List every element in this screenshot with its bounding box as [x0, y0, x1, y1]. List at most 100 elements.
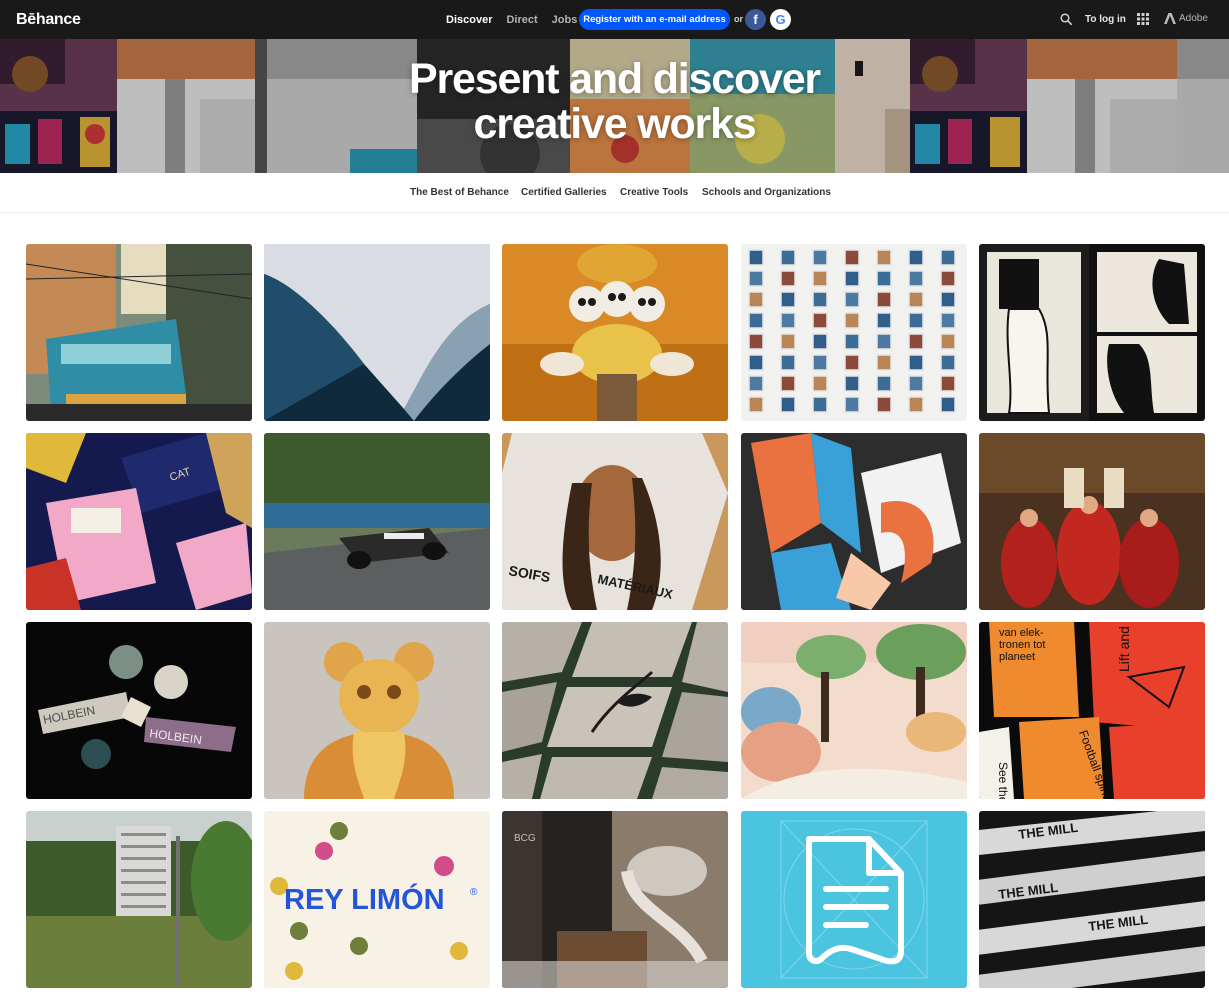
paper-curl-image	[264, 244, 490, 421]
skull-toy-render	[502, 244, 728, 421]
search-icon[interactable]	[1060, 13, 1072, 25]
facade-window	[780, 270, 796, 287]
nav-jobs[interactable]: Jobs	[552, 14, 578, 26]
document-icon-design	[741, 811, 967, 988]
facade-window	[908, 312, 924, 329]
nav-discover[interactable]: Discover	[446, 14, 492, 26]
manga-illustration	[979, 244, 1205, 421]
nav-direct[interactable]: Direct	[506, 14, 537, 26]
project-card-landscape[interactable]	[741, 622, 967, 799]
facade-window	[876, 249, 892, 266]
project-card-facade[interactable]	[741, 244, 967, 421]
project-card-posters[interactable]: van elek-tronen tot planeet Lift and writ…	[979, 622, 1205, 799]
facade-window	[780, 291, 796, 308]
facade-window	[844, 333, 860, 350]
facebook-icon: f	[753, 12, 758, 27]
facade-window	[812, 333, 828, 350]
project-card-bcg-interior[interactable]: BCG	[502, 811, 728, 988]
facade-window	[940, 312, 956, 329]
facade-window	[812, 312, 828, 329]
category-subnav: The Best of Behance Certified Galleries …	[0, 173, 1229, 213]
subnav-best-of-behance[interactable]: The Best of Behance	[410, 187, 509, 198]
adobe-logo-icon	[1164, 13, 1176, 24]
facade-window	[940, 333, 956, 350]
hero-title-line-2: creative works	[473, 100, 757, 148]
bridal-fashion-photo	[979, 433, 1205, 610]
facade-window	[780, 333, 796, 350]
behance-logo[interactable]: Bēhance	[16, 11, 81, 29]
isometric-typography	[741, 433, 967, 610]
rey-limon-wordmark: REY LIMÓN	[284, 882, 445, 916]
facade-window	[940, 291, 956, 308]
facade-window	[908, 354, 924, 371]
login-link[interactable]: To log in	[1085, 14, 1126, 25]
top-navigation-bar: Bēhance Discover Direct Jobs Register wi…	[0, 0, 1229, 39]
subnav-creative-tools[interactable]: Creative Tools	[620, 187, 688, 198]
facade-window	[812, 396, 828, 413]
facade-window	[940, 354, 956, 371]
facade-window	[780, 249, 796, 266]
project-card-magazine[interactable]: SOIFS MATÉRIAUX	[502, 433, 728, 610]
adobe-link[interactable]: Adobe	[1164, 13, 1208, 24]
facade-window	[876, 396, 892, 413]
hero-title: Present and discover creative works	[0, 57, 1229, 147]
project-card-paper-curl[interactable]	[264, 244, 490, 421]
project-card-tiles[interactable]	[502, 622, 728, 799]
tram-illustration	[26, 244, 252, 421]
poster-text-see-the: See the	[996, 762, 1010, 799]
facade-window	[844, 270, 860, 287]
facade-window	[748, 312, 764, 329]
facade-window	[844, 249, 860, 266]
the-mill-pattern: THE MILL THE MILL THE MILL	[979, 811, 1205, 988]
poster-collage: van elek-tronen tot planeet Lift and writ…	[979, 622, 1205, 799]
magazine-cover-photo: SOIFS MATÉRIAUX	[502, 433, 728, 610]
facade-window	[748, 354, 764, 371]
register-email-button[interactable]: Register with an e-mail address	[579, 9, 730, 30]
facade-window	[812, 354, 828, 371]
project-card-tram[interactable]	[26, 244, 252, 421]
subnav-schools-organizations[interactable]: Schools and Organizations	[702, 187, 831, 198]
facade-window	[876, 375, 892, 392]
project-card-file-icon[interactable]	[741, 811, 967, 988]
project-card-the-mill[interactable]: THE MILL THE MILL THE MILL	[979, 811, 1205, 988]
facade-window	[940, 375, 956, 392]
facade-window	[876, 333, 892, 350]
project-card-isometric[interactable]	[741, 433, 967, 610]
project-card-sculpture[interactable]	[264, 622, 490, 799]
google-login-button[interactable]: G	[770, 9, 791, 30]
facade-window	[876, 291, 892, 308]
project-card-manga[interactable]	[979, 244, 1205, 421]
project-card-skull-toy[interactable]	[502, 244, 728, 421]
facebook-login-button[interactable]: f	[745, 9, 766, 30]
facade-window	[908, 270, 924, 287]
facade-window	[780, 312, 796, 329]
bcg-interior-render: BCG	[502, 811, 728, 988]
landscape-illustration	[741, 622, 967, 799]
facade-window	[940, 249, 956, 266]
facade-window	[780, 375, 796, 392]
project-card-tower[interactable]	[26, 811, 252, 988]
app-grid-icon[interactable]	[1137, 13, 1149, 25]
facade-window	[812, 249, 828, 266]
hero-title-line-1: Present and discover	[409, 55, 821, 103]
project-card-race-car[interactable]	[264, 433, 490, 610]
facade-window	[780, 354, 796, 371]
project-card-holbein[interactable]: HOLBEIN HOLBEIN	[26, 622, 252, 799]
project-card-matchbox[interactable]: CAT	[26, 433, 252, 610]
facade-window	[844, 312, 860, 329]
facade-window	[812, 291, 828, 308]
subnav-certified-galleries[interactable]: Certified Galleries	[521, 187, 607, 198]
facade-windows-photo	[741, 244, 967, 421]
facade-window	[844, 396, 860, 413]
google-icon: G	[775, 12, 786, 27]
facade-window	[748, 333, 764, 350]
rey-limon-branding: REY LIMÓN ®	[264, 811, 490, 988]
facade-window	[876, 312, 892, 329]
stone-tiles-photo	[502, 622, 728, 799]
facade-window	[908, 291, 924, 308]
project-card-bridal[interactable]	[979, 433, 1205, 610]
facade-window	[908, 375, 924, 392]
project-card-rey-limon[interactable]: REY LIMÓN ®	[264, 811, 490, 988]
poster-text-lift-and-write: Lift and write	[1116, 622, 1132, 672]
primary-nav: Discover Direct Jobs	[446, 0, 591, 39]
